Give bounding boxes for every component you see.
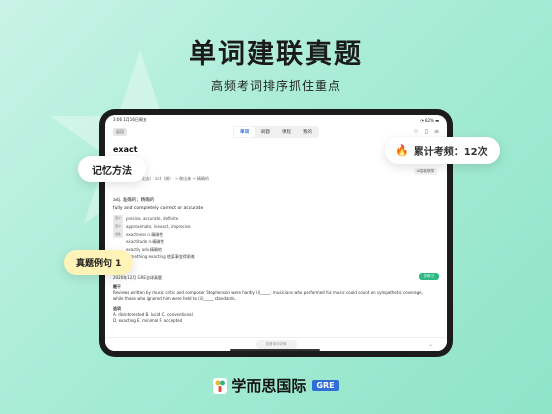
brand-footer: 学而思国际 GRE bbox=[0, 375, 552, 396]
chevron-down-icon[interactable]: ⌄ bbox=[428, 341, 433, 348]
related-row: 近义 approximate, inexact, imprecise bbox=[113, 223, 195, 231]
definition-pos: adj. 准确的；精确的 bbox=[113, 198, 155, 203]
tab-bar: 单词 刷题 课程 我的 bbox=[233, 126, 319, 138]
nav-icons: ☆ ▯ ≡ bbox=[413, 128, 439, 135]
brand-name: 学而思国际 bbox=[231, 377, 307, 395]
settings-icon[interactable]: ≡ bbox=[434, 128, 439, 135]
callout-frequency: 🔥 累计考频：12次 bbox=[385, 137, 500, 164]
word-detail-button[interactable]: 查看单词详情 bbox=[255, 340, 297, 349]
related-text: something exacting 使某事变得艰难 bbox=[126, 254, 195, 260]
practice-button[interactable]: 去练习 bbox=[418, 273, 439, 280]
callout-real-label: 真题例句 1 bbox=[76, 259, 122, 269]
tab-practice[interactable]: 刷题 bbox=[255, 127, 276, 137]
related-text: exactitude n.精确性 bbox=[126, 239, 165, 245]
related-tag: 派生 bbox=[113, 230, 124, 239]
related-text: approximate, inexact, imprecise bbox=[126, 223, 191, 229]
related-tag: 近义 bbox=[113, 215, 124, 223]
status-bar: 3:06 1月16日周五 ◔ 82% ▬ bbox=[105, 115, 447, 125]
page-subtitle: 高频考词排序抓住重点 bbox=[210, 79, 341, 93]
callout-memory: 记忆方法 bbox=[78, 156, 146, 182]
memory-badge[interactable]: AI智能联想 bbox=[413, 168, 437, 175]
callout-memory-label: 记忆方法 bbox=[92, 165, 132, 177]
tab-mine[interactable]: 我的 bbox=[297, 127, 318, 137]
callout-frequency-label: 累计考频：12次 bbox=[413, 147, 488, 158]
related-text: exactly adv.精确地 bbox=[126, 246, 163, 252]
definition-english: fully and completely correct or accurate bbox=[113, 206, 204, 211]
related-row: 近义 precise, accurate, definite bbox=[113, 215, 195, 223]
status-date: 1月16日周五 bbox=[123, 117, 147, 122]
tab-words[interactable]: 单词 bbox=[234, 127, 255, 137]
home-indicator bbox=[230, 349, 320, 351]
battery-icon: ▬ bbox=[435, 117, 439, 123]
word-text: exact bbox=[113, 145, 138, 154]
back-button[interactable]: 返回 bbox=[113, 128, 127, 136]
exam-options-line: D. exacting E. minimal F. accepted bbox=[113, 318, 183, 323]
related-text: precise, accurate, definite bbox=[126, 216, 179, 221]
flame-icon: 🔥 bbox=[395, 144, 409, 157]
definition: adj. 准确的；精确的 fully and completely correc… bbox=[113, 197, 203, 211]
related-text: exactness n.精确性 bbox=[126, 231, 164, 237]
exam-prompt-text: Reviews written by music critic and comp… bbox=[113, 290, 423, 301]
battery-level: 82% bbox=[425, 117, 434, 123]
callout-real-example: 真题例句 1 bbox=[64, 250, 134, 275]
exam-body: 题干 Reviews written by music critic and c… bbox=[113, 284, 433, 324]
brand-tag: GRE bbox=[312, 380, 339, 391]
clipboard-icon[interactable]: ▯ bbox=[425, 128, 428, 135]
brand-logo-icon bbox=[213, 377, 228, 394]
tab-courses[interactable]: 课程 bbox=[276, 127, 297, 137]
status-time: 3:06 bbox=[113, 117, 122, 122]
exam-heading: 2020年12月 GRE全球真题 bbox=[113, 275, 162, 280]
related-row: exactitude n.精确性 bbox=[113, 238, 195, 246]
related-row: 派生 exactness n.精确性 bbox=[113, 230, 195, 239]
page-title: 单词建联真题 bbox=[189, 39, 363, 70]
wifi-icon: ◔ bbox=[420, 117, 424, 123]
star-icon[interactable]: ☆ bbox=[413, 128, 418, 135]
related-tag: 近义 bbox=[113, 223, 124, 231]
